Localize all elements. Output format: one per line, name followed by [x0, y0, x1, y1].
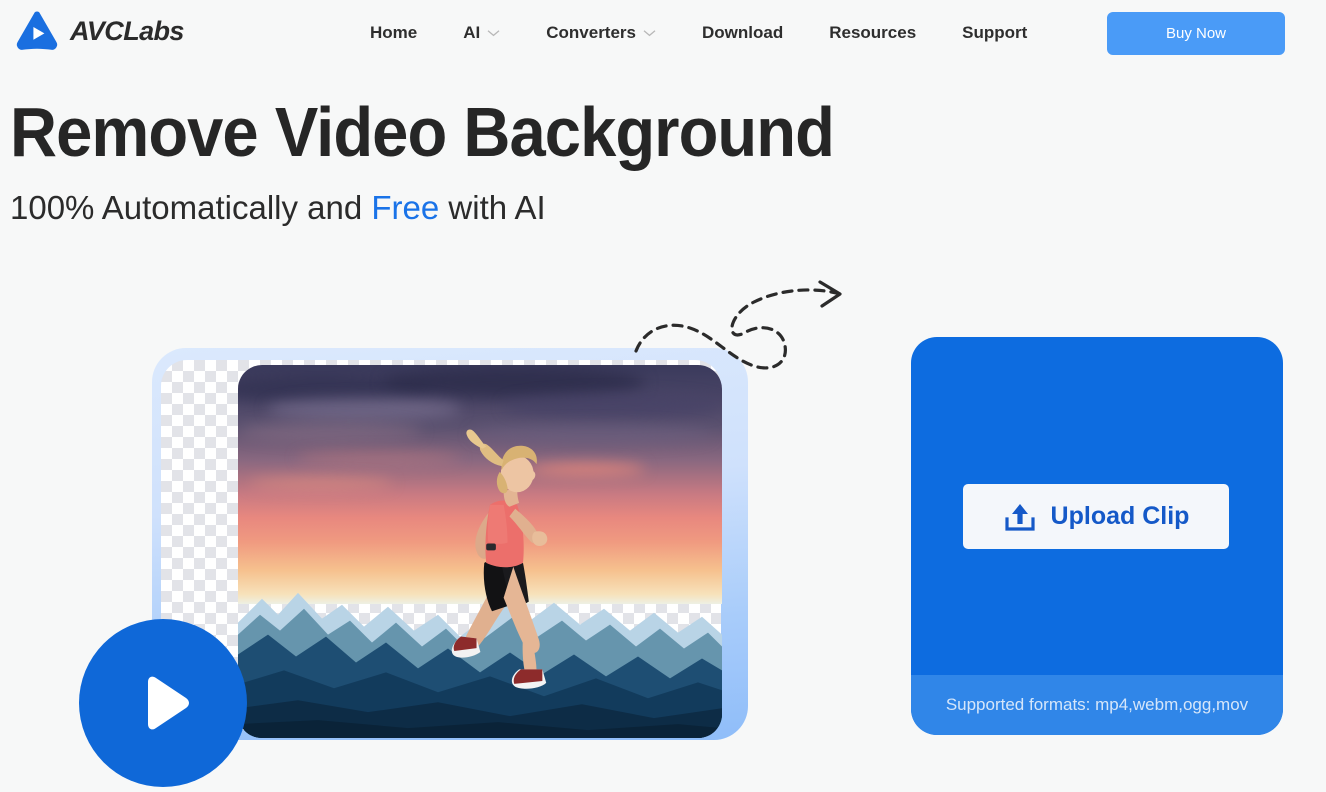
upload-clip-button[interactable]: Upload Clip — [963, 484, 1229, 549]
video-preview-area — [0, 0, 842, 792]
runner-figure — [432, 413, 577, 696]
page-root: AVCLabs Home AI Converters Download Reso… — [0, 0, 1326, 792]
buy-now-label: Buy Now — [1165, 25, 1227, 42]
supported-formats-bar: Supported formats: mp4,webm,ogg,mov — [911, 675, 1283, 735]
upload-icon — [1004, 503, 1035, 531]
nav-item-support[interactable]: Support — [962, 23, 1027, 43]
video-thumbnail[interactable] — [238, 365, 722, 738]
thumbnail-image — [238, 365, 722, 738]
upload-panel[interactable]: Upload Clip Supported formats: mp4,webm,… — [911, 337, 1283, 735]
nav-item-label: Support — [962, 23, 1028, 42]
nav-item-label: Resources — [829, 23, 917, 42]
play-button[interactable] — [79, 619, 247, 787]
supported-formats-text: Supported formats: mp4,webm,ogg,mov — [945, 695, 1249, 714]
upload-clip-label: Upload Clip — [1050, 502, 1190, 530]
nav-item-resources[interactable]: Resources — [829, 23, 916, 43]
play-icon — [148, 676, 189, 730]
buy-now-button[interactable]: Buy Now — [1107, 12, 1285, 55]
